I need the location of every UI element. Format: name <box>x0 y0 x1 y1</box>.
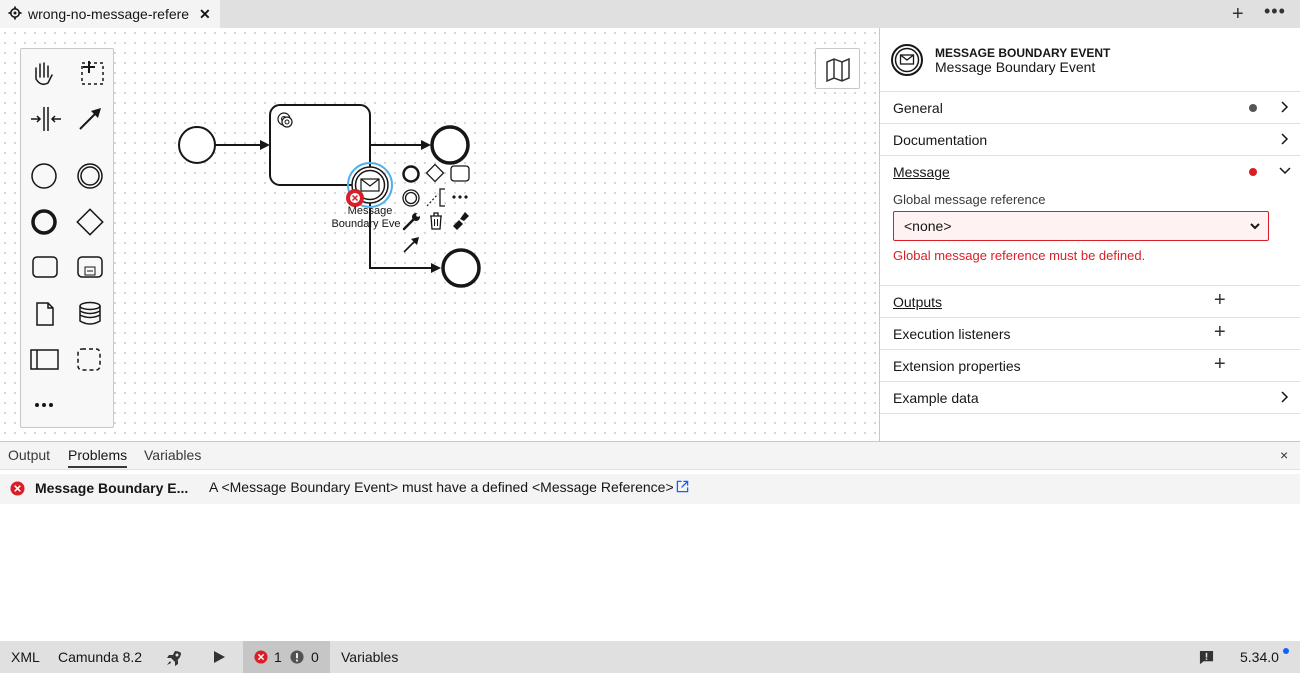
wrench-icon[interactable] <box>402 213 420 231</box>
message-reference-select[interactable]: <none> <box>893 211 1269 241</box>
message-reference-label: Global message reference <box>893 192 1046 207</box>
more-options-button[interactable]: ••• <box>1264 1 1286 22</box>
external-link-icon[interactable] <box>676 480 689 493</box>
status-bar: XML Camunda 8.2 1 0 Variables 5.34.0 <box>0 641 1300 673</box>
append-end-event-icon[interactable] <box>402 165 420 183</box>
add-extension-property-button[interactable]: + <box>1214 353 1226 376</box>
group-documentation[interactable]: Documentation <box>880 124 1300 156</box>
message-group-body: Global message reference <none> Global m… <box>880 187 1300 286</box>
tab-variables[interactable]: Variables <box>144 447 201 463</box>
chevron-down-icon <box>1250 223 1260 230</box>
append-intermediate-event-icon[interactable] <box>402 189 420 207</box>
end-event[interactable] <box>441 248 481 288</box>
group-label: General <box>893 100 943 116</box>
close-panel-button[interactable]: × <box>1280 447 1288 463</box>
error-count: 1 <box>274 649 282 665</box>
append-task-icon[interactable] <box>450 165 470 182</box>
error-icon <box>254 650 268 664</box>
problem-message: A <Message Boundary Event> must have a d… <box>209 479 674 495</box>
select-value: <none> <box>904 218 952 234</box>
tab-title: wrong-no-message-refere <box>28 6 190 22</box>
group-label: Example data <box>893 390 979 406</box>
app-version[interactable]: 5.34.0 <box>1240 649 1279 665</box>
group-label: Outputs <box>893 294 943 310</box>
group-label: Documentation <box>893 132 988 148</box>
group-execution-listeners[interactable]: Execution listeners + <box>880 318 1300 350</box>
new-tab-button[interactable]: + <box>1232 3 1244 26</box>
gear-icon <box>8 6 22 23</box>
bottom-tabs: Output Problems Variables × <box>0 442 1300 470</box>
group-message[interactable]: Message <box>880 156 1300 188</box>
problems-summary-button[interactable]: 1 0 <box>243 641 330 673</box>
feedback-icon[interactable] <box>1199 650 1214 665</box>
validation-error: Global message reference must be defined… <box>893 248 1146 263</box>
data-indicator <box>1249 104 1257 112</box>
group-label: Message <box>893 164 950 180</box>
group-label: Extension properties <box>893 358 1021 374</box>
bottom-panel: Output Problems Variables × Message Boun… <box>0 441 1300 641</box>
color-picker-icon[interactable] <box>453 212 469 230</box>
more-icon[interactable] <box>452 195 468 199</box>
chevron-right-icon <box>1281 133 1289 145</box>
text-annotation-icon[interactable] <box>426 188 445 207</box>
chevron-right-icon <box>1281 101 1289 113</box>
error-icon <box>10 481 25 496</box>
play-icon[interactable] <box>212 650 226 664</box>
error-indicator <box>1249 168 1257 176</box>
tab-bar: wrong-no-message-refere ✕ + ••• <box>0 0 1300 28</box>
element-label: Boundary Eve <box>331 218 400 230</box>
element-type: MESSAGE BOUNDARY EVENT <box>935 46 1111 60</box>
group-label: Execution listeners <box>893 326 1011 342</box>
warning-icon <box>290 650 304 664</box>
element-name: Message Boundary Event <box>935 59 1096 75</box>
engine-version-button[interactable]: Camunda 8.2 <box>58 649 142 665</box>
diagram-canvas[interactable]: Message Boundary Eve <box>0 28 879 441</box>
group-outputs[interactable]: Outputs + <box>880 286 1300 318</box>
properties-header: MESSAGE BOUNDARY EVENT Message Boundary … <box>880 28 1300 92</box>
trash-icon[interactable] <box>430 212 442 230</box>
xml-button[interactable]: XML <box>11 649 40 665</box>
sequence-flow[interactable] <box>214 140 270 150</box>
close-icon[interactable]: ✕ <box>199 6 211 23</box>
warning-count: 0 <box>311 649 319 665</box>
append-gateway-icon[interactable] <box>425 163 445 183</box>
chevron-down-icon <box>1279 167 1291 175</box>
variables-button[interactable]: Variables <box>341 649 398 665</box>
context-pad <box>402 163 470 253</box>
tab-problems[interactable]: Problems <box>68 447 128 468</box>
connect-icon[interactable] <box>403 237 419 253</box>
service-task[interactable] <box>269 104 371 186</box>
message-boundary-event-icon <box>891 44 923 76</box>
add-output-button[interactable]: + <box>1214 289 1226 312</box>
envelope-icon <box>360 178 380 192</box>
group-general[interactable]: General <box>880 92 1300 124</box>
end-event[interactable] <box>430 125 470 165</box>
start-event[interactable] <box>178 126 216 164</box>
tab-output[interactable]: Output <box>8 447 50 463</box>
sequence-flow[interactable] <box>370 140 431 150</box>
group-example-data[interactable]: Example data <box>880 382 1300 414</box>
problem-row[interactable]: Message Boundary E... A <Message Boundar… <box>0 474 1300 504</box>
file-tab[interactable]: wrong-no-message-refere ✕ <box>0 0 220 28</box>
add-execution-listener-button[interactable]: + <box>1214 321 1226 344</box>
problem-element: Message Boundary E... <box>35 480 189 496</box>
properties-panel: MESSAGE BOUNDARY EVENT Message Boundary … <box>879 28 1300 441</box>
update-indicator <box>1283 648 1289 654</box>
group-extension-properties[interactable]: Extension properties + <box>880 350 1300 382</box>
element-label: Message <box>348 205 393 217</box>
rocket-icon[interactable] <box>164 648 184 668</box>
chevron-right-icon <box>1281 391 1289 403</box>
